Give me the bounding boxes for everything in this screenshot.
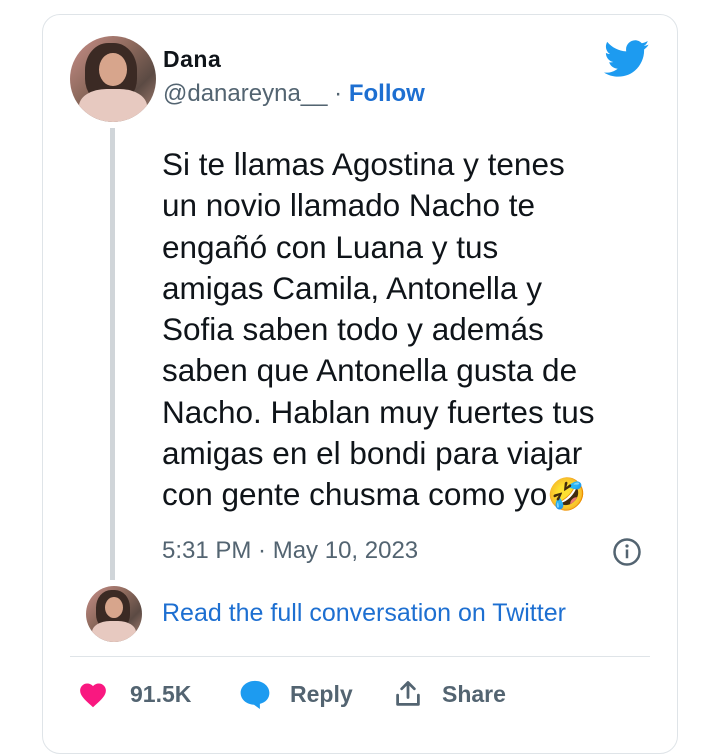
tweet-text-line: con gente chusma como yo🤣 (162, 476, 587, 513)
reply-button[interactable]: Reply (238, 676, 353, 712)
info-icon[interactable] (612, 537, 642, 567)
conversation-avatar[interactable] (86, 586, 142, 642)
share-button[interactable]: Share (394, 676, 506, 712)
author-name[interactable]: Dana (163, 46, 221, 73)
tweet-text: Si te llamas Agostina y tenes un novio l… (162, 144, 652, 516)
heart-icon (80, 683, 106, 708)
tweet-text-line: engañó con Luana y tus (162, 228, 499, 265)
follow-button[interactable]: Follow (349, 80, 425, 107)
reply-label: Reply (290, 680, 353, 707)
tweet-text-line: un novio llamado Nacho te (162, 187, 535, 224)
reply-bubble-icon (240, 680, 270, 709)
avatar-face (99, 53, 127, 86)
divider (70, 656, 650, 657)
tweet-text-line: Sofia saben todo y además (162, 311, 544, 348)
tweet-timestamp[interactable]: 5:31 PM · May 10, 2023 (162, 537, 418, 565)
tweet-text-line: Nacho. Hablan muy fuertes tus (162, 393, 595, 430)
read-conversation-link[interactable]: Read the full conversation on Twitter (162, 599, 566, 628)
avatar-shirt (78, 89, 148, 122)
thread-line (110, 128, 115, 580)
like-count: 91.5K (130, 680, 192, 707)
tweet-text-line: amigas en el bondi para viajar (162, 435, 583, 472)
author-handle[interactable]: @danareyna__ (163, 80, 327, 107)
share-label: Share (442, 680, 506, 707)
tweet-text-line: Si te llamas Agostina y tenes (162, 146, 565, 182)
separator-dot: · (334, 80, 343, 107)
avatar-shirt (91, 620, 137, 642)
author-avatar[interactable] (70, 36, 156, 122)
twitter-bird-icon[interactable] (604, 40, 650, 78)
tweet-text-line: amigas Camila, Antonella y (162, 269, 542, 306)
handle-row: @danareyna__ · Follow (163, 80, 425, 108)
tweet-text-line: saben que Antonella gusta de (162, 352, 578, 389)
share-icon (396, 681, 420, 706)
like-button[interactable]: 91.5K (78, 676, 191, 712)
